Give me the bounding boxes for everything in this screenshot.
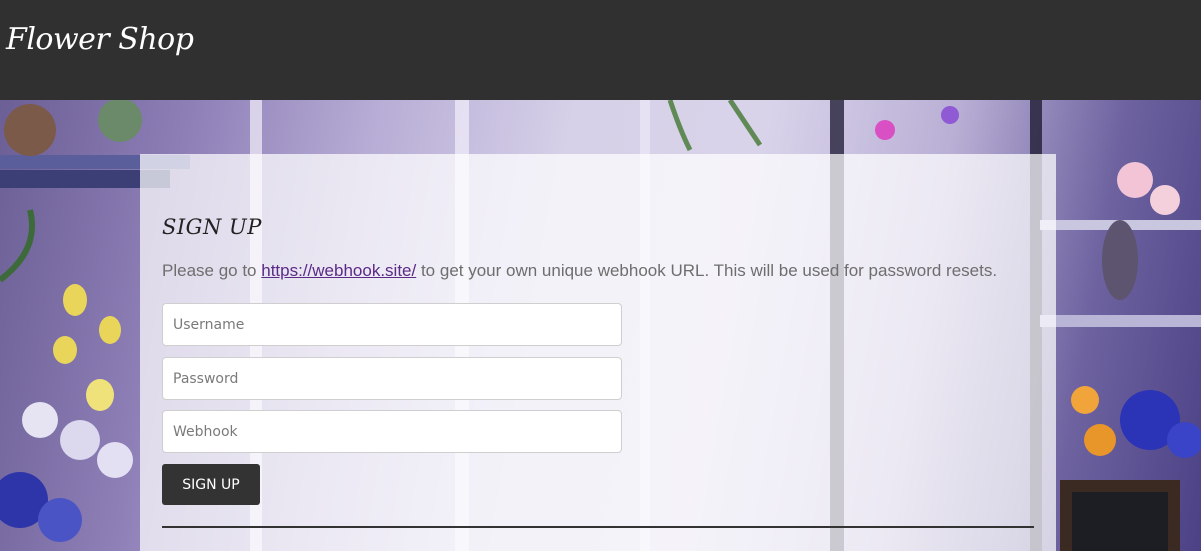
instructions-prefix: Please go to (162, 261, 262, 280)
brand-logo-text[interactable]: Flower Shop (6, 22, 194, 57)
top-navbar: Flower Shop (0, 0, 1201, 100)
webhook-site-link[interactable]: https://webhook.site/ (261, 261, 416, 280)
signup-submit-button[interactable]: SIGN UP (162, 464, 260, 505)
username-input[interactable] (162, 303, 622, 346)
instructions-suffix: to get your own unique webhook URL. This… (416, 261, 998, 280)
signup-instructions: Please go to https://webhook.site/ to ge… (162, 261, 997, 281)
flower-shop-background: SIGN UP Please go to https://webhook.sit… (0, 100, 1201, 551)
signup-card: SIGN UP Please go to https://webhook.sit… (140, 154, 1056, 551)
password-input[interactable] (162, 357, 622, 400)
form-divider (162, 526, 1034, 528)
webhook-input[interactable] (162, 410, 622, 453)
signup-title: SIGN UP (162, 215, 262, 239)
